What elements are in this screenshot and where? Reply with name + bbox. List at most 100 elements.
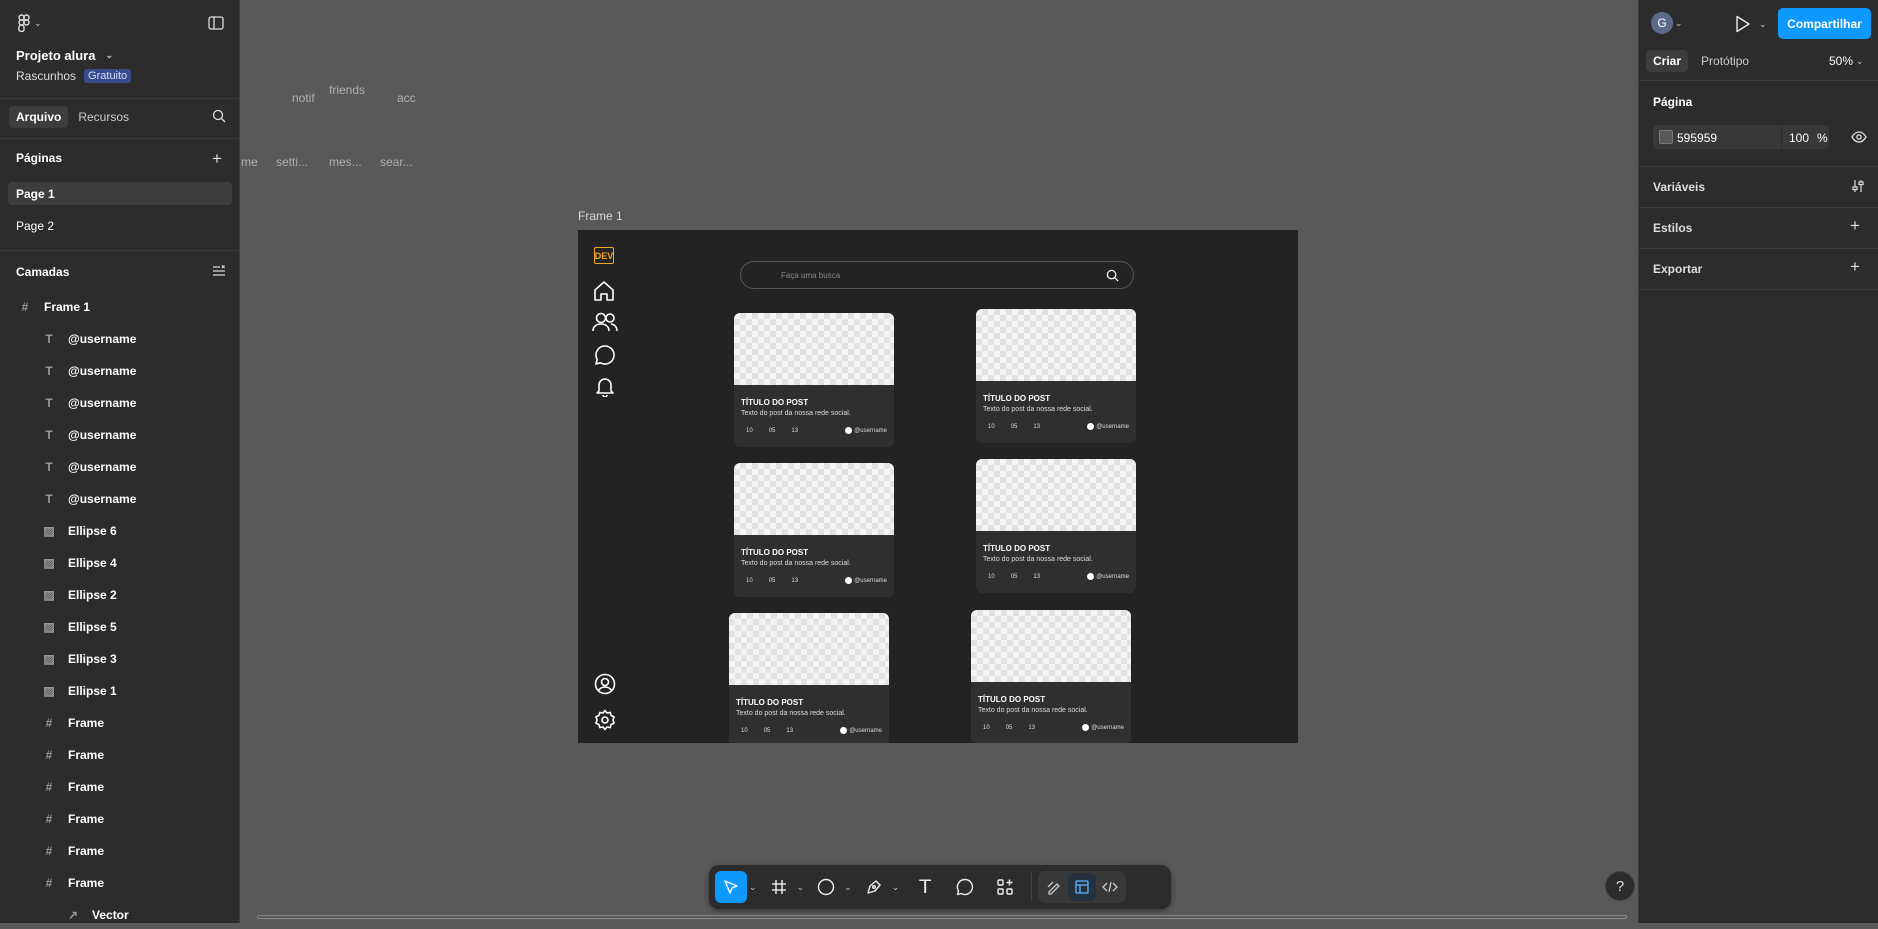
toggle-sidebar-button[interactable] — [208, 16, 224, 30]
collapse-layers-button[interactable] — [212, 265, 226, 277]
figma-menu-button[interactable]: ⌄ — [16, 14, 48, 32]
design-frame[interactable]: DEV Faça uma busca TÍTULO DO POST Texto … — [578, 230, 1298, 743]
page-color-hex[interactable]: 595959 — [1677, 131, 1717, 145]
layer-frame[interactable]: # Frame — [0, 773, 240, 801]
layer-frame[interactable]: # Frame — [0, 837, 240, 865]
vector-icon: ↗ — [67, 908, 79, 922]
post-card[interactable]: TÍTULO DO POST Texto do post da nossa re… — [734, 463, 894, 597]
design-mode-button[interactable] — [1068, 873, 1097, 901]
chevron-down-icon: ⌄ — [34, 17, 42, 28]
page-opacity[interactable]: 100 — [1789, 131, 1809, 145]
ghost-label[interactable]: acc — [397, 91, 416, 105]
ghost-label[interactable]: notif — [292, 91, 315, 105]
bell-icon[interactable] — [594, 375, 616, 397]
page-item-2[interactable]: Page 2 — [16, 219, 54, 233]
post-stats: 10 05 13 @username — [988, 423, 1129, 430]
layer-ellipse[interactable]: ▨ Ellipse 3 — [0, 645, 240, 673]
draw-mode-button[interactable] — [1040, 873, 1068, 901]
user-menu[interactable]: G ⌄ — [1651, 12, 1689, 34]
cursor-icon — [724, 880, 738, 894]
color-swatch[interactable] — [1659, 130, 1673, 144]
settings-icon[interactable] — [594, 709, 616, 731]
help-button[interactable]: ? — [1605, 871, 1635, 901]
add-style-icon[interactable]: + — [1850, 216, 1860, 236]
layer-ellipse[interactable]: ▨ Ellipse 2 — [0, 581, 240, 609]
variables-title[interactable]: Variáveis — [1653, 180, 1705, 194]
visibility-toggle[interactable] — [1851, 130, 1867, 144]
frame-tool-button[interactable] — [763, 871, 795, 903]
drafts-link[interactable]: Rascunhos — [16, 69, 76, 83]
text-tool-button[interactable]: T — [905, 871, 945, 903]
comment-tool-button[interactable] — [945, 871, 985, 903]
chevron-down-icon[interactable]: ⌄ — [797, 882, 805, 893]
styles-title: Estilos — [1653, 221, 1693, 235]
tab-arquivo[interactable]: Arquivo — [9, 106, 69, 128]
chevron-down-icon[interactable]: ⌄ — [844, 882, 852, 893]
text-icon: T — [45, 332, 53, 346]
ghost-label[interactable]: mes... — [329, 155, 362, 169]
present-button[interactable]: ⌄ — [1735, 15, 1773, 33]
search-placeholder: Faça uma busca — [781, 270, 841, 280]
post-card[interactable]: TÍTULO DO POST Texto do post da nossa re… — [971, 610, 1131, 743]
eye-icon — [1851, 131, 1867, 143]
tab-criar[interactable]: Criar — [1646, 50, 1689, 72]
layer-ellipse[interactable]: ▨ Ellipse 6 — [0, 517, 240, 545]
post-card[interactable]: TÍTULO DO POST Texto do post da nossa re… — [729, 613, 889, 743]
add-page-icon[interactable]: + — [212, 149, 222, 169]
text-icon: T — [45, 492, 53, 506]
account-icon[interactable] — [594, 673, 616, 695]
post-card[interactable]: TÍTULO DO POST Texto do post da nossa re… — [976, 459, 1136, 593]
ghost-label[interactable]: sear... — [380, 155, 413, 169]
canvas[interactable]: notif friends acc me setti... mes... sea… — [241, 0, 1637, 923]
post-card[interactable]: TÍTULO DO POST Texto do post da nossa re… — [734, 313, 894, 447]
post-image — [976, 459, 1136, 531]
ghost-label[interactable]: me — [241, 155, 258, 169]
layer-ellipse[interactable]: ▨ Ellipse 4 — [0, 549, 240, 577]
layer-frame[interactable]: # Frame — [0, 805, 240, 833]
layer-frame[interactable]: # Frame — [0, 709, 240, 737]
layer-text[interactable]: T @username — [0, 453, 240, 481]
add-export-icon[interactable]: + — [1850, 257, 1860, 277]
layer-text[interactable]: T @username — [0, 485, 240, 513]
post-card[interactable]: TÍTULO DO POST Texto do post da nossa re… — [976, 309, 1136, 443]
chevron-down-icon[interactable]: ⌄ — [749, 882, 757, 893]
project-title[interactable]: Projeto alura ⌄ — [16, 48, 119, 63]
ghost-label[interactable]: setti... — [276, 155, 308, 169]
layer-ellipse[interactable]: ▨ Ellipse 1 — [0, 677, 240, 705]
tab-prototipo[interactable]: Protótipo — [1694, 50, 1756, 72]
layer-text[interactable]: T @username — [0, 325, 240, 353]
dev-logo: DEV — [594, 247, 614, 264]
frame-label[interactable]: Frame 1 — [578, 209, 623, 223]
chevron-down-icon[interactable]: ⌄ — [892, 882, 900, 893]
page-color-field[interactable]: 595959 100 % — [1653, 125, 1829, 149]
sliders-icon — [1852, 180, 1864, 192]
friends-icon[interactable] — [592, 312, 618, 332]
layer-frame-1[interactable]: # Frame 1 — [0, 293, 240, 321]
layer-text[interactable]: T @username — [0, 421, 240, 449]
layer-text[interactable]: T @username — [0, 357, 240, 385]
frame-icon: # — [21, 300, 29, 314]
move-tool-button[interactable] — [715, 871, 747, 903]
messages-icon[interactable] — [594, 344, 616, 366]
horizontal-scrollbar[interactable] — [257, 915, 1627, 919]
zoom-dropdown[interactable]: 50% ⌄ — [1829, 54, 1870, 68]
layer-frame[interactable]: # Frame — [0, 741, 240, 769]
actions-tool-button[interactable] — [985, 871, 1025, 903]
home-icon[interactable] — [593, 280, 615, 302]
dev-mode-button[interactable] — [1096, 873, 1124, 901]
layer-vector[interactable]: ↗ Vector — [0, 901, 240, 929]
variables-button[interactable] — [1851, 179, 1865, 193]
search-layers-button[interactable] — [212, 109, 226, 123]
search-input[interactable]: Faça uma busca — [740, 261, 1134, 289]
layer-frame[interactable]: # Frame — [0, 869, 240, 897]
share-button[interactable]: Compartilhar — [1778, 8, 1871, 39]
post-text: Texto do post da nossa rede social. — [978, 707, 1088, 714]
ghost-label[interactable]: friends — [329, 83, 365, 97]
tab-recursos[interactable]: Recursos — [71, 106, 136, 128]
page-item-1[interactable]: Page 1 — [16, 187, 55, 201]
left-tabs: Arquivo Recursos — [9, 106, 136, 128]
layer-text[interactable]: T @username — [0, 389, 240, 417]
pen-tool-button[interactable] — [858, 871, 890, 903]
layer-ellipse[interactable]: ▨ Ellipse 5 — [0, 613, 240, 641]
shape-tool-button[interactable] — [810, 871, 842, 903]
